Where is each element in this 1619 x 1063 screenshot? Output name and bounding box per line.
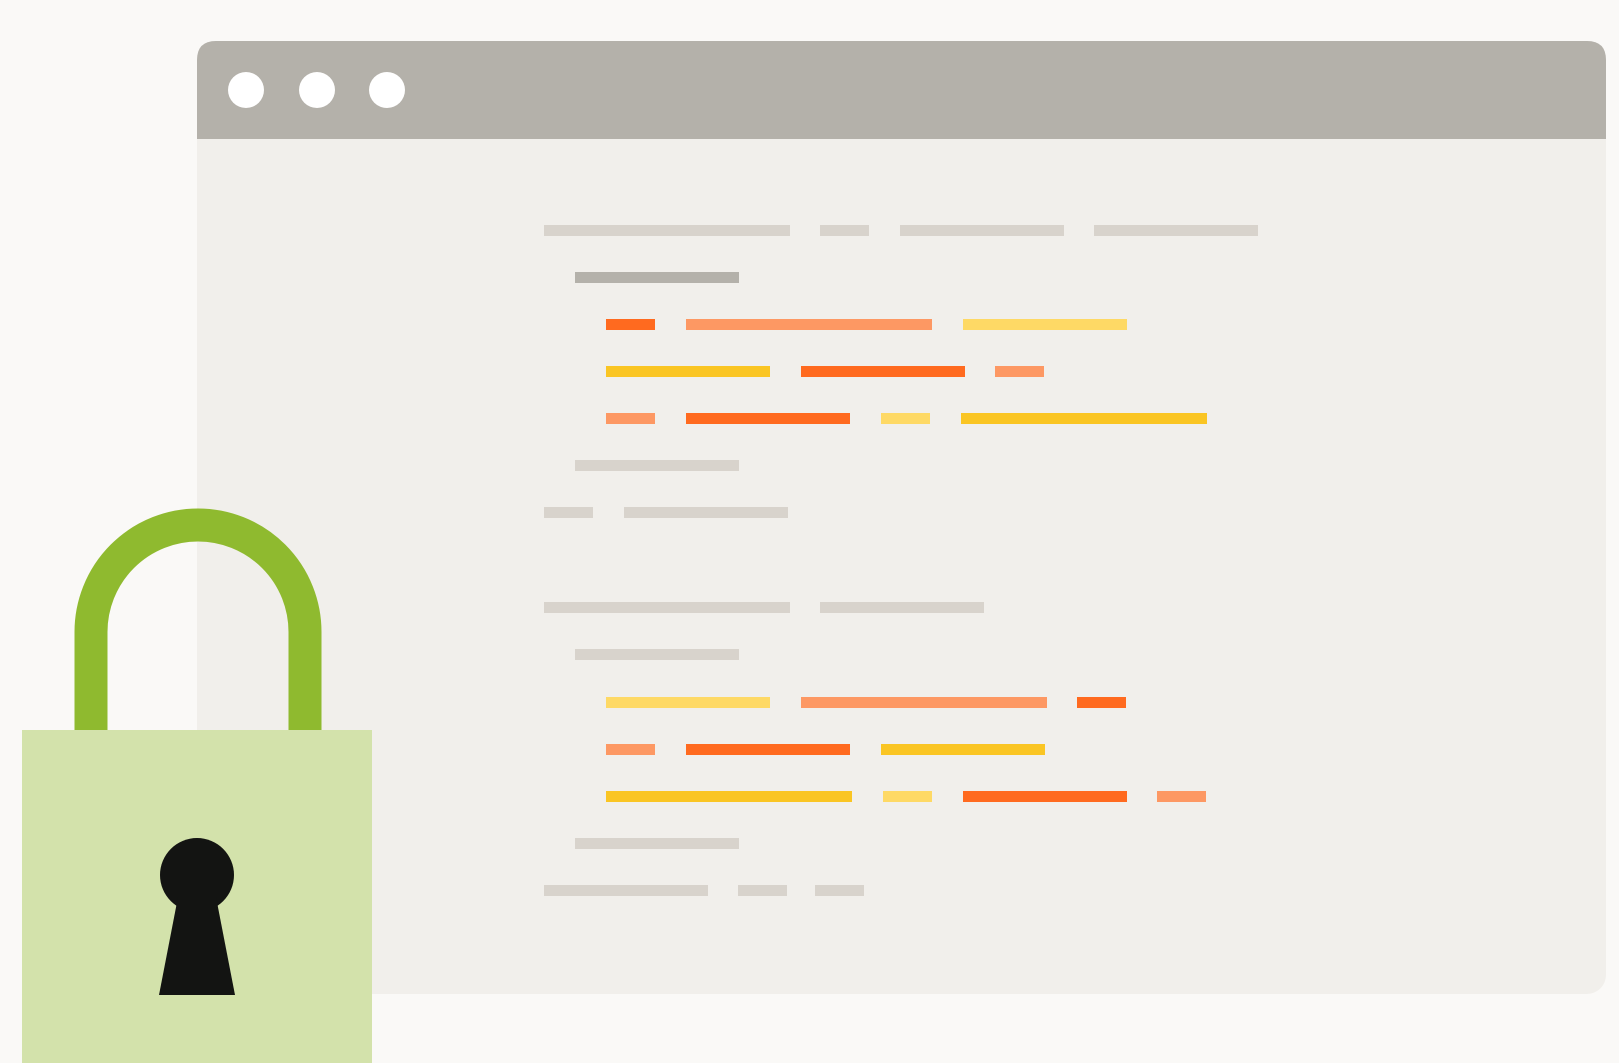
code-bar [881,413,930,424]
code-bar [801,366,965,377]
code-bar [820,602,984,613]
code-bar [575,272,739,283]
code-bar [961,413,1207,424]
code-bar [820,225,869,236]
code-bar [963,791,1127,802]
window-titlebar [197,41,1606,139]
code-bar [686,319,932,330]
code-bar [606,791,852,802]
code-bar [544,507,593,518]
code-bar [606,744,655,755]
code-bar [544,885,708,896]
code-bar [606,319,655,330]
code-bar [1157,791,1206,802]
code-bar [995,366,1044,377]
code-bar [881,744,1045,755]
code-bar [606,366,770,377]
code-bar [738,885,787,896]
code-bar [575,649,739,660]
code-bar [1077,697,1126,708]
window-dot-3[interactable] [369,72,405,108]
code-bar [815,885,864,896]
window-dot-2[interactable] [299,72,335,108]
browser-window [197,41,1606,994]
code-bar [801,697,1047,708]
illustration [0,0,1619,1063]
code-bar [624,507,788,518]
window-dot-1[interactable] [228,72,264,108]
code-bar [963,319,1127,330]
code-bar [1094,225,1258,236]
code-bar [544,225,790,236]
code-bar [900,225,1064,236]
code-bar [575,460,739,471]
window-body [197,41,1606,994]
code-bar [606,413,655,424]
code-bar [606,697,770,708]
code-bar [883,791,932,802]
code-bar [686,413,850,424]
code-bar [544,602,790,613]
code-bar [575,838,739,849]
code-bar [686,744,850,755]
